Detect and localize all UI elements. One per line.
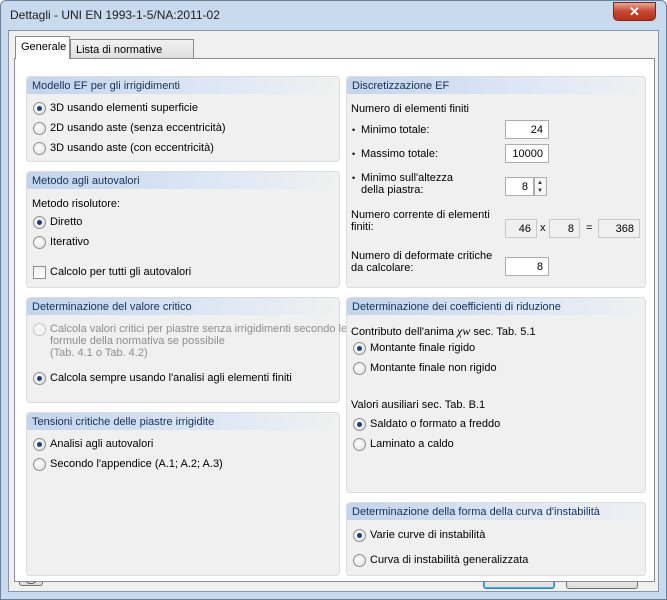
- equals-sign: =: [586, 222, 593, 234]
- contrib-ref: sec. Tab. 5.1: [470, 326, 536, 338]
- radio-label: Analisi agli autovalori: [50, 438, 154, 450]
- radio-diretto[interactable]: [33, 216, 46, 229]
- radio-label: 2D usando aste (senza eccentricità): [50, 122, 226, 134]
- radio-label-line1: Calcola valori critici per piastre senza…: [50, 323, 348, 335]
- min-totale-label: Minimo totale:: [361, 124, 430, 136]
- current-b-field: 8: [549, 219, 580, 238]
- radio-label: Laminato a caldo: [370, 438, 454, 450]
- radio-appendice[interactable]: [33, 458, 46, 471]
- group-title: Metodo agli autovalori: [27, 172, 339, 189]
- radio-analisi-autovalori[interactable]: [33, 438, 46, 451]
- radio-label: Secondo l'appendice (A.1; A.2; A.3): [50, 458, 223, 470]
- modes-label-1: Numero di deformate critiche: [351, 250, 493, 262]
- group-title: Tensioni critiche delle piastre irrigidi…: [27, 413, 339, 430]
- tab-panel-generale: Modello EF per gli irrigidimenti 3D usan…: [14, 58, 655, 582]
- radio-label: Montante finale rigido: [370, 342, 476, 354]
- bullet-icon: •: [352, 149, 356, 159]
- subtitle-numero-elementi: Numero di elementi finiti: [351, 103, 469, 115]
- group-discretizzazione-ef: Discretizzazione EF Numero di elementi f…: [346, 76, 646, 288]
- tab-label: Generale: [21, 41, 67, 53]
- chi-w-symbol: χw: [457, 324, 471, 338]
- min-altezza-label-2: della piastra:: [361, 184, 424, 196]
- radio-label-line3: (Tab. 4.1 o Tab. 4.2): [50, 347, 148, 359]
- group-curva-instabilita: Determinazione della forma della curva d…: [346, 502, 646, 576]
- checkbox-tutti-autovalori[interactable]: [33, 266, 46, 279]
- window-title: Dettagli - UNI EN 1993-1-5/NA:2011-02: [10, 8, 220, 22]
- close-icon: ✕: [629, 4, 640, 19]
- contributo-anima-label: Contributo dell'anima χw sec. Tab. 5.1: [351, 324, 536, 339]
- radio-3d-superficie[interactable]: [33, 102, 46, 115]
- radio-label: Diretto: [50, 216, 83, 228]
- bullet-icon: •: [352, 125, 356, 135]
- max-totale-input[interactable]: 10000: [505, 144, 549, 163]
- spin-up-icon: ▲: [537, 180, 543, 186]
- dialog-body: Generale Lista di normative usate Modell…: [8, 30, 659, 592]
- radio-label: 3D usando aste (con eccentricità): [50, 142, 214, 154]
- group-title: Determinazione dei coefficienti di riduz…: [347, 298, 645, 315]
- tab-lista-normative[interactable]: Lista di normative usate: [70, 39, 194, 68]
- solver-label: Metodo risolutore:: [32, 198, 121, 210]
- group-title: Determinazione del valore critico: [27, 298, 339, 315]
- close-button[interactable]: ✕: [613, 2, 656, 21]
- times-sign: x: [540, 222, 546, 234]
- max-totale-label: Massimo totale:: [361, 148, 439, 160]
- group-modello-ef: Modello EF per gli irrigidimenti 3D usan…: [26, 76, 340, 162]
- radio-3d-aste[interactable]: [33, 142, 46, 155]
- group-valore-critico: Determinazione del valore critico Calcol…: [26, 297, 347, 403]
- group-coefficienti-riduzione: Determinazione dei coefficienti di riduz…: [346, 297, 646, 493]
- group-tensioni-critiche: Tensioni critiche delle piastre irrigidi…: [26, 412, 340, 576]
- tab-generale[interactable]: Generale: [15, 36, 70, 59]
- radio-2d-aste[interactable]: [33, 122, 46, 135]
- group-title: Modello EF per gli irrigidimenti: [27, 77, 339, 94]
- current-a-field: 46: [505, 219, 537, 238]
- radio-laminato[interactable]: [353, 438, 366, 451]
- radio-label: Curva di instabilità generalizzata: [370, 554, 529, 566]
- radio-label: Calcola sempre usando l'analisi agli ele…: [50, 372, 292, 384]
- radio-iterativo[interactable]: [33, 236, 46, 249]
- radio-label: 3D usando elementi superficie: [50, 102, 198, 114]
- radio-label: Varie curve di instabilità: [370, 529, 486, 541]
- radio-analisi-ef[interactable]: [33, 372, 46, 385]
- min-altezza-label-1: Minimo sull'altezza: [361, 172, 453, 184]
- bullet-icon: •: [352, 173, 356, 183]
- current-label-2: finiti:: [351, 221, 374, 233]
- radio-label: Iterativo: [50, 236, 90, 248]
- radio-saldato[interactable]: [353, 418, 366, 431]
- modes-label-2: da calcolare:: [351, 262, 414, 274]
- current-label-1: Numero corrente di elementi: [351, 209, 490, 221]
- radio-varie-curve[interactable]: [353, 529, 366, 542]
- min-altezza-input[interactable]: 8: [505, 177, 534, 196]
- modes-input[interactable]: 8: [505, 257, 549, 276]
- radio-label: Montante finale non rigido: [370, 362, 497, 374]
- spin-down-icon: ▼: [537, 188, 543, 194]
- contrib-text: Contributo dell'anima: [351, 326, 458, 338]
- radio-formule-normativa[interactable]: [33, 323, 46, 336]
- radio-montante-non-rigido[interactable]: [353, 362, 366, 375]
- title-bar: Dettagli - UNI EN 1993-1-5/NA:2011-02 ✕: [1, 1, 666, 29]
- radio-montante-rigido[interactable]: [353, 342, 366, 355]
- radio-label-line2: formule della normativa se possibile: [50, 335, 225, 347]
- min-totale-input[interactable]: 24: [505, 120, 549, 139]
- current-total-field: 368: [598, 219, 640, 238]
- valori-ausiliari-label: Valori ausiliari sec. Tab. B.1: [351, 399, 486, 411]
- min-altezza-spinner[interactable]: ▲ ▼: [534, 177, 547, 196]
- radio-label: Saldato o formato a freddo: [370, 418, 501, 430]
- radio-curva-generalizzata[interactable]: [353, 554, 366, 567]
- group-title: Determinazione della forma della curva d…: [347, 503, 645, 520]
- group-title: Discretizzazione EF: [347, 77, 645, 94]
- group-metodo-autovalori: Metodo agli autovalori Metodo risolutore…: [26, 171, 340, 288]
- dialog-window: Dettagli - UNI EN 1993-1-5/NA:2011-02 ✕ …: [0, 0, 667, 600]
- checkbox-label: Calcolo per tutti gli autovalori: [50, 266, 192, 278]
